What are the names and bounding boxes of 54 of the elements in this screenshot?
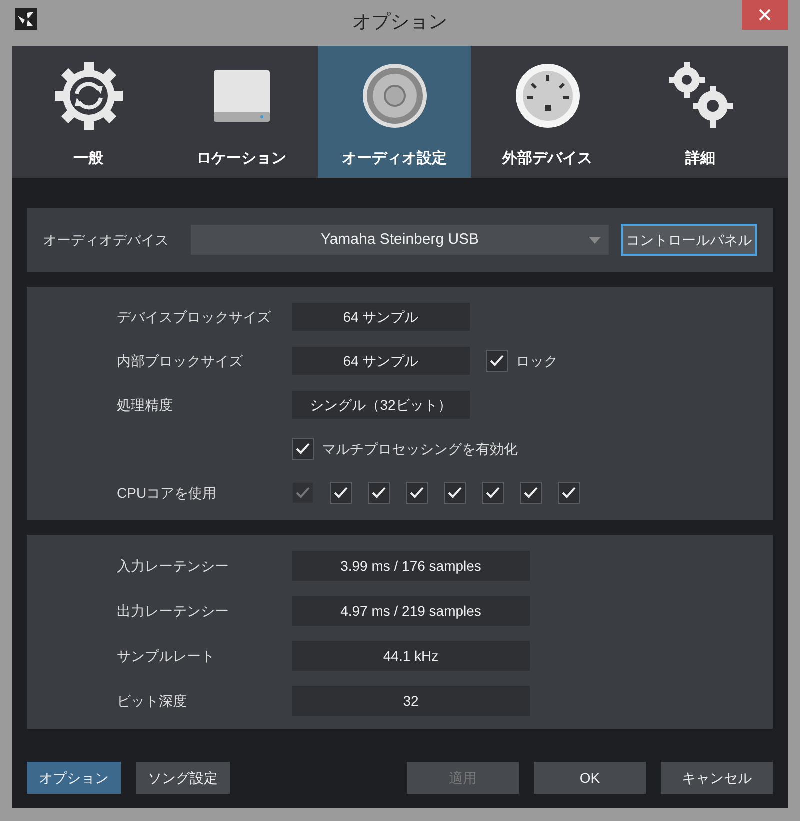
field-label: ビット深度 xyxy=(117,692,188,710)
page-button[interactable]: ソング設定 xyxy=(136,762,230,794)
app-logo-icon xyxy=(15,8,37,30)
gear-refresh-icon xyxy=(52,60,124,132)
value-field: 32 xyxy=(292,686,530,716)
tab[interactable]: ロケーション xyxy=(165,46,318,178)
field-label: 出力レーテンシー xyxy=(117,602,230,620)
checkbox[interactable] xyxy=(558,482,580,504)
check-icon xyxy=(524,487,538,499)
device-dropdown[interactable]: Yamaha Steinberg USB xyxy=(191,225,609,255)
field-label: CPUコアを使用 xyxy=(117,484,218,502)
tab[interactable]: 外部デバイス xyxy=(471,46,624,178)
checkbox[interactable] xyxy=(330,482,352,504)
checkbox-label: ロック xyxy=(516,352,558,370)
field-label: 入力レーテンシー xyxy=(117,556,230,576)
field-label: 内部ブロックサイズ xyxy=(117,352,244,370)
checkbox[interactable] xyxy=(444,482,466,504)
checkbox[interactable] xyxy=(406,482,428,504)
value-field: 44.1 kHz xyxy=(292,641,530,671)
control-panel-button[interactable]: コントロールパネル xyxy=(621,224,757,256)
check-icon xyxy=(448,487,462,499)
window-title: オプション xyxy=(352,10,448,35)
checkbox[interactable] xyxy=(482,482,504,504)
checkbox[interactable] xyxy=(368,482,390,504)
field-label: オーディオデバイス xyxy=(43,230,170,250)
check-icon xyxy=(562,487,576,499)
close-button[interactable] xyxy=(742,0,788,30)
value-field: 64 サンプル xyxy=(292,347,470,375)
page-button[interactable]: オプション xyxy=(27,762,121,794)
checkbox-label: マルチプロセッシングを有効化 xyxy=(322,440,518,458)
tab[interactable]: オーディオ設定 xyxy=(318,46,471,178)
check-icon xyxy=(410,487,424,499)
check-icon xyxy=(372,487,386,499)
check-icon xyxy=(486,487,500,499)
check-icon xyxy=(296,487,310,499)
dialog-button[interactable]: キャンセル xyxy=(661,762,773,794)
dialog-button[interactable]: OK xyxy=(534,762,646,794)
tab[interactable]: 詳細 xyxy=(624,46,777,178)
dropdown-arrow-icon xyxy=(589,237,601,244)
field-label: 処理精度 xyxy=(117,396,174,414)
checkbox[interactable] xyxy=(520,482,542,504)
close-icon xyxy=(759,9,771,21)
value-field: 64 サンプル xyxy=(292,303,470,331)
check-icon xyxy=(490,355,504,367)
check-icon xyxy=(296,443,310,455)
tab[interactable]: 一般 xyxy=(12,46,165,178)
field-label: サンプルレート xyxy=(117,646,216,666)
value-field: 4.97 ms / 219 samples xyxy=(292,596,530,626)
field-label: デバイスブロックサイズ xyxy=(117,308,272,326)
checkbox[interactable] xyxy=(292,438,314,460)
check-icon xyxy=(334,487,348,499)
value-field: 3.99 ms / 176 samples xyxy=(292,551,530,581)
value-field: シングル（32ビット） xyxy=(292,391,470,419)
checkbox[interactable] xyxy=(486,350,508,372)
